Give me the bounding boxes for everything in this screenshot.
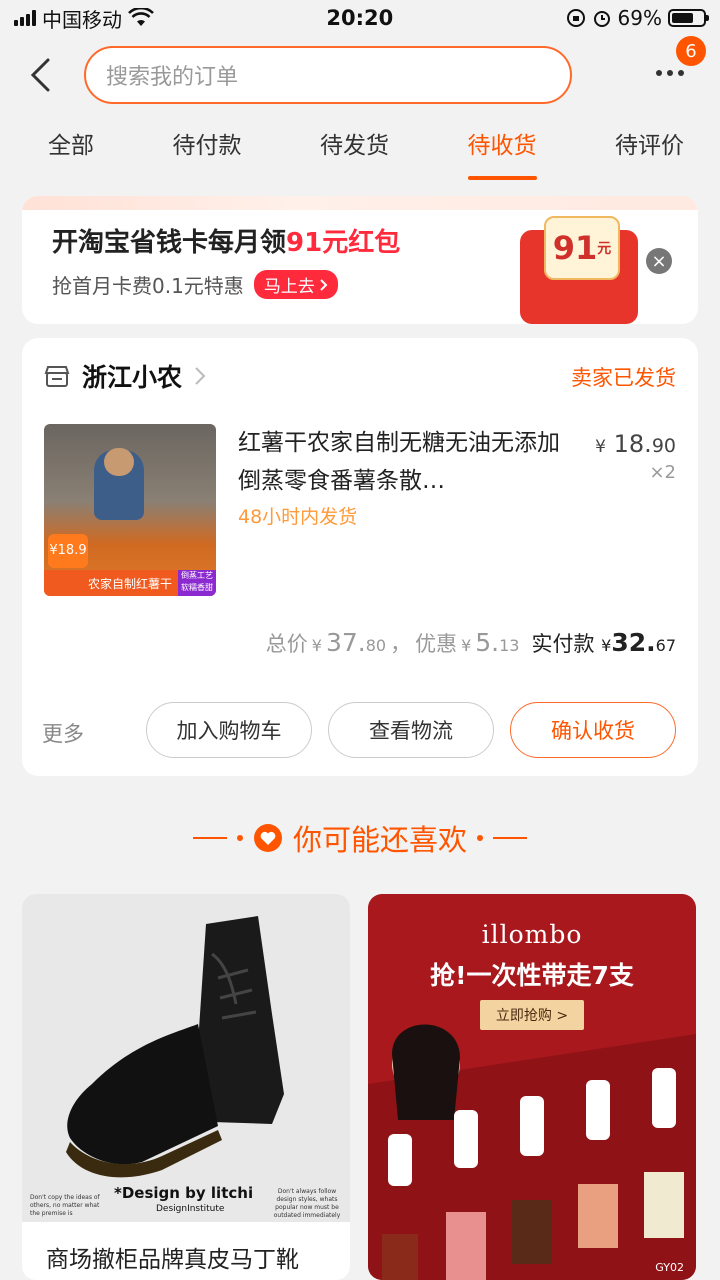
search-placeholder: 搜索我的订单 (106, 65, 239, 90)
buy-now-button[interactable]: 立即抢购 > (480, 1000, 584, 1030)
add-to-cart-button[interactable]: 加入购物车 (146, 702, 312, 758)
order-status: 卖家已发货 (571, 366, 676, 390)
ad-headline: 抢!一次性带走7支 (430, 961, 634, 990)
promo-go-button[interactable]: 马上去 (253, 270, 338, 299)
shop-link[interactable]: 浙江小农 (44, 356, 206, 396)
chevron-right-icon (320, 278, 328, 291)
confirm-receipt-button[interactable]: 确认收货 (510, 702, 676, 758)
promo-title: 开淘宝省钱卡每月领91元红包 (52, 228, 401, 258)
back-button[interactable] (10, 45, 70, 105)
signal-icon (14, 10, 36, 26)
recommend-header: 你可能还喜欢 (0, 812, 720, 864)
recommend-title: 你可能还喜欢 (292, 823, 467, 857)
more-actions-link[interactable]: 更多 (42, 718, 84, 748)
header: 搜索我的订单 6 (0, 36, 720, 114)
chevron-left-icon (30, 58, 50, 92)
promo-subtitle: 抢首月卡费0.1元特惠 (52, 274, 244, 298)
rotation-lock-icon (566, 9, 585, 27)
brand-logo: illombo (481, 920, 583, 949)
product-image: Don't copy the ideas of others, no matte… (22, 894, 350, 1222)
status-bar: 中国移动 20:20 69% (0, 0, 720, 36)
product-thumbnail[interactable]: ¥18.9 农家自制红薯干 倒蒸工艺 软糯香甜 (44, 424, 216, 596)
battery-percent: 69% (617, 6, 662, 30)
heart-icon (253, 824, 282, 852)
more-dots-icon (656, 70, 684, 76)
product-title[interactable]: 红薯干农家自制无糖无油无添加倒蒸零食番薯条散… (238, 424, 574, 500)
red-packet-image: 91 元 (504, 200, 654, 324)
order-tabs: 全部 待付款 待发货 待收货 待评价 (0, 118, 720, 180)
boot-image (66, 916, 284, 1178)
nail-polish-image (368, 1024, 696, 1280)
shipping-note: 48小时内发货 (238, 506, 358, 528)
product-card[interactable]: illombo 抢!一次性带走7支 立即抢购 > GY02 (368, 894, 696, 1280)
tab-all[interactable]: 全部 (48, 118, 94, 180)
product-code: GY02 (655, 1261, 684, 1274)
message-count-badge: 6 (676, 36, 706, 66)
promo-banner[interactable]: 开淘宝省钱卡每月领91元红包 抢首月卡费0.1元特惠 马上去 91 元 × (22, 196, 698, 324)
order-totals: 总价 ¥ 37.80 ， 优惠 ¥ 5.13 实付款 ¥32.67 (265, 628, 676, 657)
alarm-icon (593, 11, 610, 27)
battery-icon (668, 9, 709, 27)
product-card[interactable]: Don't copy the ideas of others, no matte… (22, 894, 350, 1280)
carrier-label: 中国移动 (42, 7, 122, 32)
clock: 20:20 (326, 6, 394, 30)
shop-name: 浙江小农 (82, 363, 183, 392)
product-quantity: ×2 (649, 462, 676, 483)
close-icon[interactable]: × (646, 248, 672, 274)
tab-pending-shipment[interactable]: 待发货 (320, 118, 389, 180)
wifi-icon (128, 8, 154, 26)
store-icon (44, 366, 70, 387)
chevron-right-icon (195, 367, 206, 385)
tab-pending-review[interactable]: 待评价 (615, 118, 684, 180)
view-logistics-button[interactable]: 查看物流 (328, 702, 494, 758)
product-card-title: 商场撤柜品牌真皮马丁靴 (46, 1247, 299, 1273)
order-card: 浙江小农 卖家已发货 ¥18.9 农家自制红薯干 倒蒸工艺 软糯香甜 红薯干农家… (22, 338, 698, 776)
paid-amount: 实付款 ¥32.67 (531, 628, 676, 657)
tab-pending-payment[interactable]: 待付款 (173, 118, 242, 180)
more-menu-button[interactable]: 6 (652, 36, 706, 114)
product-price: ¥ 18.90 (595, 430, 676, 458)
search-input[interactable]: 搜索我的订单 (84, 46, 572, 104)
tab-pending-receipt[interactable]: 待收货 (467, 118, 537, 180)
